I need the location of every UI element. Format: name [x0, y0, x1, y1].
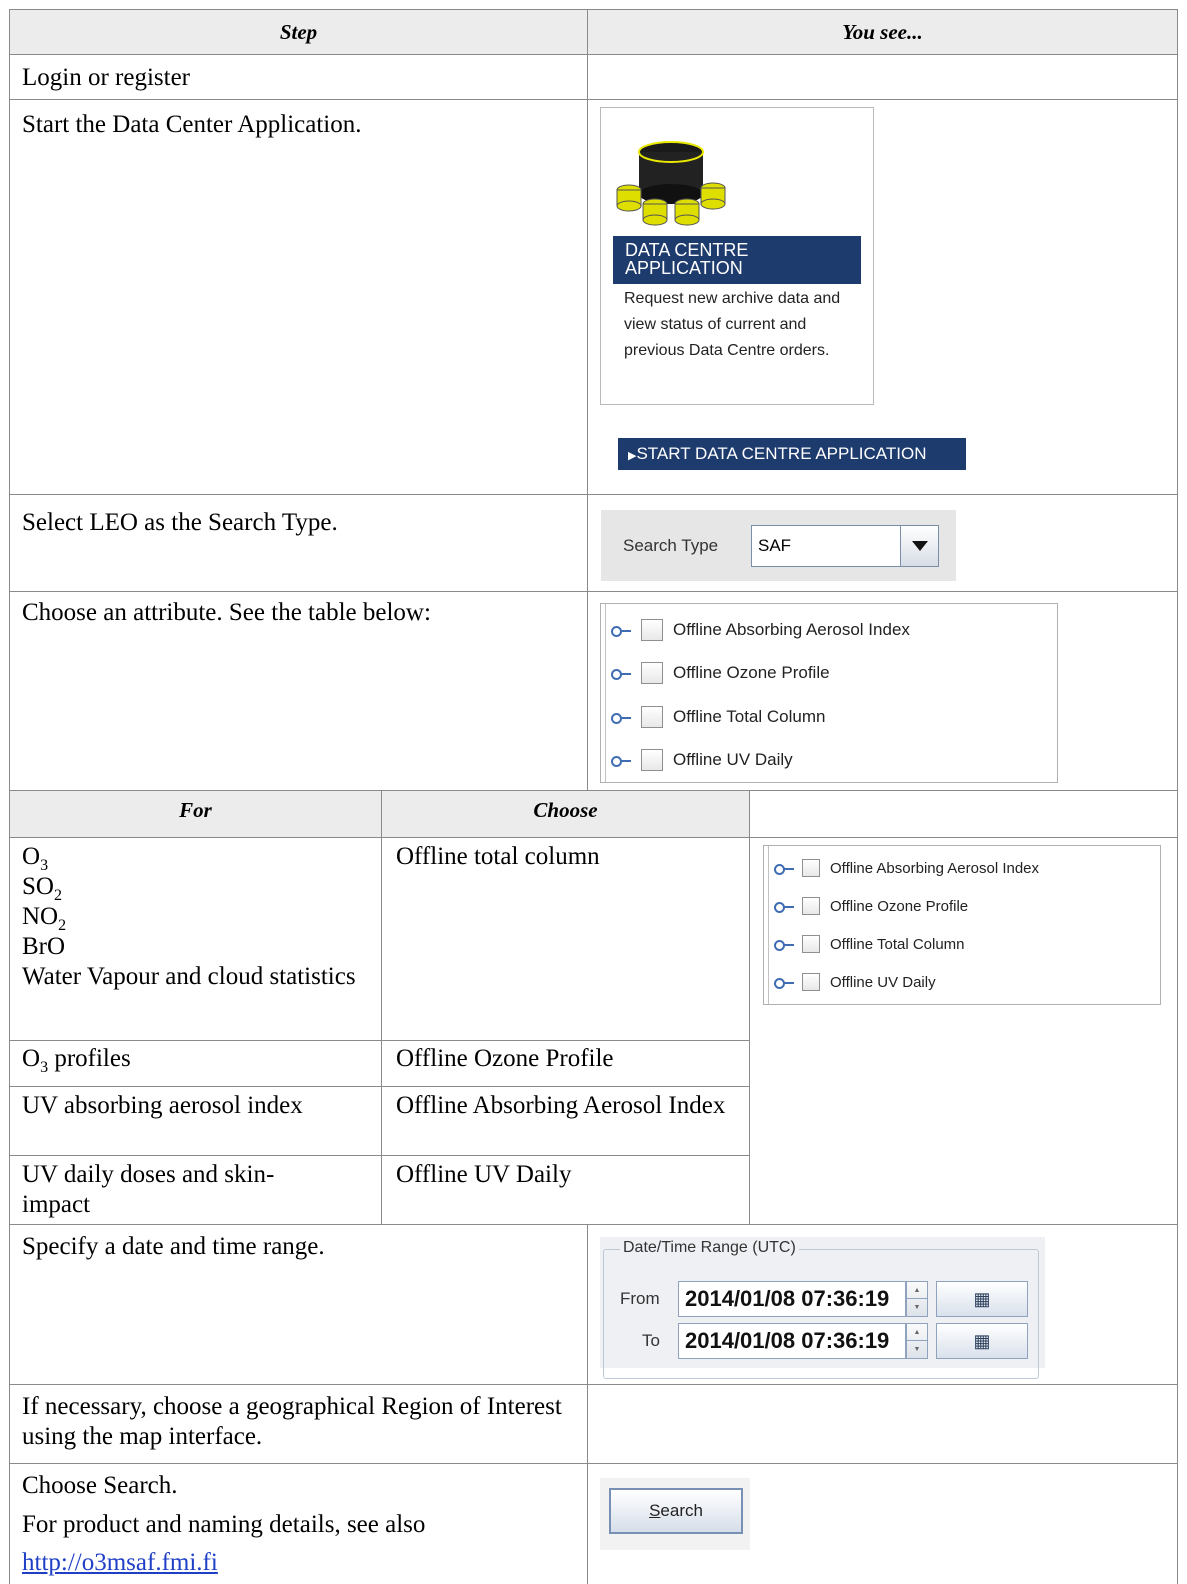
subtable-header-for: For — [179, 798, 212, 822]
attribute-item[interactable]: Offline Absorbing Aerosol Index — [611, 616, 910, 644]
search-type-label: Search Type — [623, 536, 719, 555]
database-icon — [616, 141, 726, 226]
step-select-type: Select LEO as the Search Type. — [22, 509, 338, 536]
step-search: Choose Search. — [22, 1472, 178, 1499]
attribute-item[interactable]: Offline UV Daily — [774, 968, 936, 996]
attribute-item[interactable]: Offline Total Column — [774, 930, 965, 958]
chevron-down-icon — [912, 541, 928, 551]
to-datetime-field[interactable]: 2014/01/08 07:36:19 — [678, 1323, 906, 1359]
from-spinner[interactable]: ▲ ▼ — [906, 1281, 928, 1317]
subtable-choose-uv-daily: Offline UV Daily — [396, 1161, 572, 1188]
attribute-checkbox[interactable] — [641, 706, 663, 728]
step-login: Login or register — [22, 64, 191, 91]
subtable-choose-aerosol: Offline Absorbing Aerosol Index — [396, 1092, 726, 1119]
subtable-header-choose: Choose — [533, 798, 598, 822]
calendar-icon: ▦ — [973, 1330, 991, 1351]
search-type-select[interactable]: SAF — [751, 525, 939, 567]
search-note: For product and naming details, see also — [22, 1511, 426, 1538]
attribute-checkbox[interactable] — [641, 749, 663, 771]
dropdown-button[interactable] — [900, 526, 938, 566]
attribute-tree-small: Offline Absorbing Aerosol Index Offline … — [763, 845, 1161, 1005]
step-choose-attribute: Choose an attribute. See the table below… — [22, 599, 431, 626]
attribute-checkbox[interactable] — [802, 973, 820, 991]
to-calendar-button[interactable]: ▦ — [936, 1323, 1028, 1359]
step-start-app: Start the Data Center Application. — [22, 111, 362, 138]
search-button-panel: Search — [600, 1478, 750, 1550]
header-step: Step — [279, 20, 318, 44]
start-button-panel: ▶START DATA CENTRE APPLICATION — [600, 420, 986, 486]
attribute-checkbox[interactable] — [641, 619, 663, 641]
spinner-down-icon[interactable]: ▼ — [907, 1341, 927, 1358]
tree-node-icon — [611, 753, 633, 767]
tree-node-icon — [774, 937, 794, 951]
attribute-item[interactable]: Offline Absorbing Aerosol Index — [774, 854, 1039, 882]
attribute-item[interactable]: Offline Total Column — [611, 703, 825, 731]
date-range-legend: Date/Time Range (UTC) — [620, 1239, 799, 1257]
attribute-item[interactable]: Offline UV Daily — [611, 746, 793, 774]
search-button[interactable]: Search — [609, 1488, 743, 1534]
header-you-see: You see... — [842, 20, 923, 44]
calendar-icon: ▦ — [973, 1288, 991, 1309]
tree-node-icon — [774, 899, 794, 913]
to-spinner[interactable]: ▲ ▼ — [906, 1323, 928, 1359]
attribute-tree: Offline Absorbing Aerosol Index Offline … — [600, 603, 1058, 783]
attribute-checkbox[interactable] — [641, 662, 663, 684]
app-card-title: DATA CENTRE APPLICATION — [613, 236, 861, 284]
attribute-item[interactable]: Offline Ozone Profile — [774, 892, 968, 920]
start-app-button[interactable]: ▶START DATA CENTRE APPLICATION — [618, 438, 966, 470]
tree-node-icon — [611, 710, 633, 724]
subtable-for-uv-daily: UV daily doses and skin-impact — [22, 1161, 275, 1218]
attribute-checkbox[interactable] — [802, 935, 820, 953]
spinner-up-icon[interactable]: ▲ — [907, 1324, 927, 1341]
from-calendar-button[interactable]: ▦ — [936, 1281, 1028, 1317]
subtable-for-o3-profiles: O3 profiles — [22, 1045, 131, 1076]
attribute-item[interactable]: Offline Ozone Profile — [611, 659, 830, 687]
app-card-description: Request new archive data and view status… — [624, 290, 841, 359]
step-region: If necessary, choose a geographical Regi… — [22, 1393, 562, 1450]
spinner-up-icon[interactable]: ▲ — [907, 1282, 927, 1299]
attribute-checkbox[interactable] — [802, 859, 820, 877]
subtable-choose-ozone-profile: Offline Ozone Profile — [396, 1045, 614, 1072]
search-type-panel: Search Type SAF — [601, 510, 956, 581]
spinner-down-icon[interactable]: ▼ — [907, 1299, 927, 1316]
step-date-range: Specify a date and time range. — [22, 1233, 325, 1260]
date-range-panel: Date/Time Range (UTC) From 2014/01/08 07… — [600, 1237, 1045, 1379]
product-link[interactable]: http://o3msaf.fmi.fi — [22, 1548, 218, 1578]
subtable-choose-total-column: Offline total column — [396, 843, 600, 870]
attribute-checkbox[interactable] — [802, 897, 820, 915]
tree-node-icon — [611, 666, 633, 680]
tree-node-icon — [774, 861, 794, 875]
subtable-for-aerosol: UV absorbing aerosol index — [22, 1092, 303, 1119]
search-type-value: SAF — [758, 536, 792, 555]
tree-node-icon — [774, 975, 794, 989]
tree-node-icon — [611, 623, 633, 637]
app-card[interactable]: DATA CENTRE APPLICATION Request new arch… — [600, 107, 874, 405]
subtable-for-gases: O3 SO2 NO2 BrO Water Vapour and cloud st… — [22, 843, 356, 990]
from-datetime-field[interactable]: 2014/01/08 07:36:19 — [678, 1281, 906, 1317]
to-label: To — [642, 1331, 660, 1350]
from-label: From — [620, 1289, 660, 1308]
